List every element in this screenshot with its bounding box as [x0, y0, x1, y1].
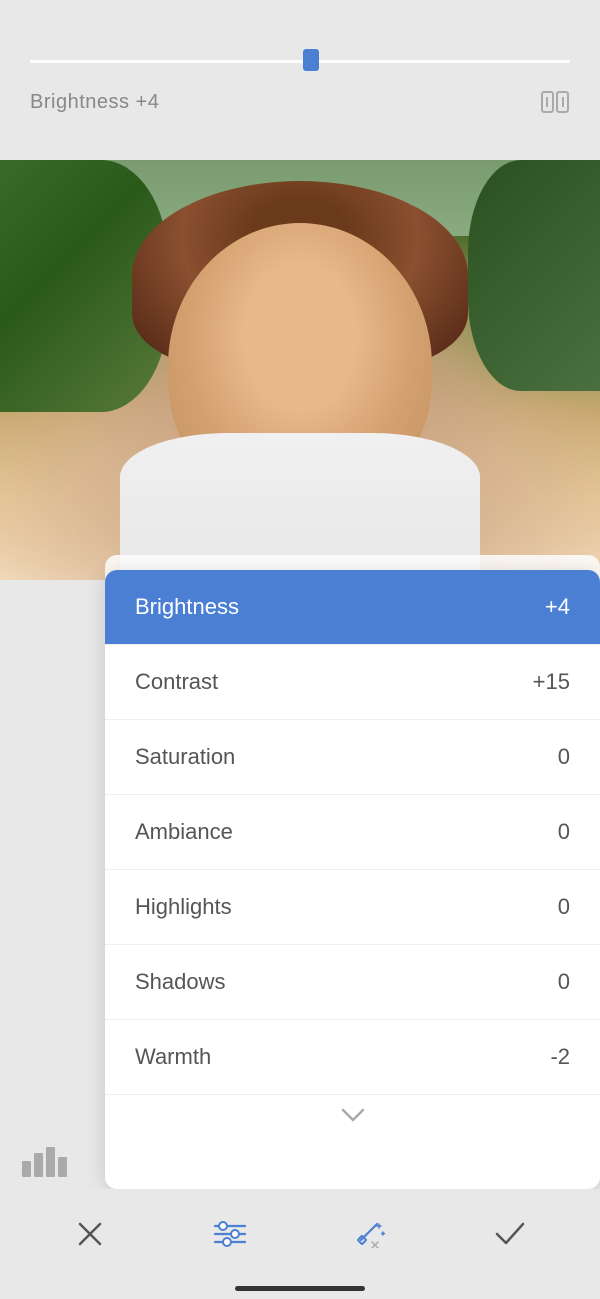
auto-button[interactable] [340, 1204, 400, 1264]
menu-item-label-warmth: Warmth [135, 1044, 211, 1070]
menu-item-brightness[interactable]: Brightness +4 [105, 570, 600, 645]
confirm-button[interactable] [480, 1204, 540, 1264]
home-indicator [235, 1286, 365, 1291]
menu-item-label-brightness: Brightness [135, 594, 239, 620]
menu-item-contrast[interactable]: Contrast +15 [105, 645, 600, 720]
menu-item-value-highlights: 0 [558, 894, 570, 920]
photo-area [0, 160, 600, 580]
menu-item-saturation[interactable]: Saturation 0 [105, 720, 600, 795]
adjustment-panel: Brightness+4Contrast+15Saturation0Ambian… [105, 570, 600, 1189]
menu-item-value-saturation: 0 [558, 744, 570, 770]
compare-icon[interactable] [540, 90, 570, 114]
menu-item-value-shadows: 0 [558, 969, 570, 995]
panel-chevron-down[interactable] [105, 1095, 600, 1135]
slider-area: Brightness +4 [0, 0, 600, 160]
bottom-toolbar [0, 1189, 600, 1299]
slider-fill [30, 60, 311, 63]
adjust-button[interactable] [200, 1204, 260, 1264]
slider-thumb[interactable] [303, 49, 319, 71]
slider-label-row: Brightness +4 [30, 90, 570, 114]
menu-item-ambiance[interactable]: Ambiance 0 [105, 795, 600, 870]
menu-item-label-contrast: Contrast [135, 669, 218, 695]
slider-label-text: Brightness +4 [30, 91, 159, 114]
menu-item-highlights[interactable]: Highlights 0 [105, 870, 600, 945]
cancel-button[interactable] [60, 1204, 120, 1264]
slider-track-container[interactable] [30, 46, 570, 76]
menu-item-value-warmth: -2 [550, 1044, 570, 1070]
menu-item-label-highlights: Highlights [135, 894, 232, 920]
menu-item-label-ambiance: Ambiance [135, 819, 233, 845]
menu-item-label-saturation: Saturation [135, 744, 235, 770]
menu-item-value-ambiance: 0 [558, 819, 570, 845]
menu-item-label-shadows: Shadows [135, 969, 226, 995]
slider-track [30, 60, 570, 63]
menu-item-value-contrast: +15 [533, 669, 570, 695]
histogram-area[interactable] [20, 1139, 70, 1184]
menu-item-shadows[interactable]: Shadows 0 [105, 945, 600, 1020]
photo-trees-right [468, 160, 600, 391]
menu-item-value-brightness: +4 [545, 594, 570, 620]
menu-item-warmth[interactable]: Warmth -2 [105, 1020, 600, 1095]
